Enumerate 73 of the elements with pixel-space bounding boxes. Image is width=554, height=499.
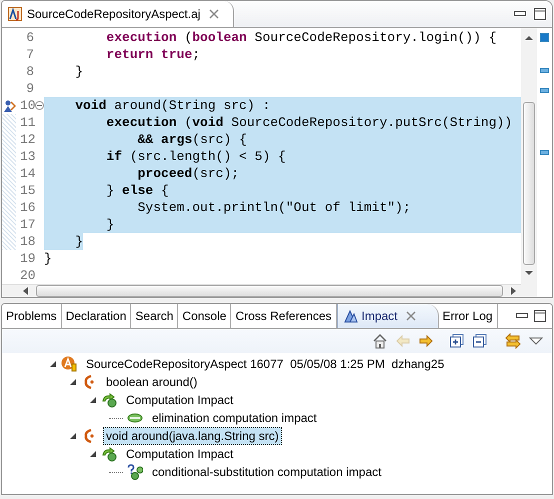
expanded-arrow-icon[interactable] xyxy=(69,378,77,386)
expanded-arrow-icon[interactable] xyxy=(49,360,57,368)
line-number: 13 xyxy=(20,148,34,165)
tree-item[interactable]: conditional-substitution computation impact xyxy=(149,463,384,481)
code-line: } xyxy=(74,63,84,80)
overview-marker[interactable] xyxy=(540,33,549,42)
view-tab[interactable]: Impact xyxy=(336,304,439,328)
gutter-stripe xyxy=(2,114,16,131)
gutter-stripe xyxy=(2,216,16,233)
minimize-icon[interactable] xyxy=(514,11,526,17)
tree-item[interactable]: Computation Impact xyxy=(123,445,236,463)
line-number: 7 xyxy=(25,46,34,63)
tree-item[interactable]: void around(java.lang.String src) xyxy=(103,427,282,445)
tree-item[interactable]: boolean around() xyxy=(103,373,200,391)
tree-item[interactable]: SourceCodeRepositoryAspect 16077 05/05/08 1:25 PM dzhang25 xyxy=(83,355,448,373)
scroll-up-icon[interactable] xyxy=(524,34,534,42)
impact-icon xyxy=(344,309,358,323)
line-number: 11 xyxy=(20,114,34,131)
scroll-right-icon[interactable] xyxy=(509,286,517,296)
expanded-arrow-icon[interactable] xyxy=(89,450,97,458)
home-icon[interactable] xyxy=(372,333,388,349)
line-number: 14 xyxy=(20,165,34,182)
advice-marker-icon[interactable] xyxy=(2,98,16,112)
gutter-stripe xyxy=(2,233,16,250)
gutter-stripe xyxy=(2,131,16,148)
gutter-stripe xyxy=(2,165,16,182)
gutter-stripe xyxy=(2,199,16,216)
collapse-icon[interactable] xyxy=(34,101,44,110)
overview-marker[interactable] xyxy=(540,88,549,93)
aspect-file-icon xyxy=(8,7,22,21)
line-number: 10 xyxy=(20,97,34,114)
impact-group-icon xyxy=(101,446,117,462)
scrollbar-thumb[interactable] xyxy=(36,285,503,297)
expanded-arrow-icon[interactable] xyxy=(89,396,97,404)
expanded-arrow-icon[interactable] xyxy=(69,432,77,440)
tree-item[interactable]: elimination computation impact xyxy=(149,409,320,427)
question-impact-icon xyxy=(127,464,143,480)
code-line: } xyxy=(44,250,52,267)
collapse-all-icon[interactable] xyxy=(472,333,488,349)
maximize-icon[interactable] xyxy=(534,310,546,322)
scroll-left-icon[interactable] xyxy=(22,286,30,296)
sync-arrows-icon[interactable] xyxy=(505,333,521,349)
tree-item[interactable]: Computation Impact xyxy=(123,391,236,409)
code-line: return true; xyxy=(105,46,200,63)
editor-tab[interactable]: SourceCodeRepositoryAspect.aj xyxy=(2,1,234,27)
line-number: 6 xyxy=(25,29,34,46)
line-number: 20 xyxy=(20,267,34,284)
maximize-icon[interactable] xyxy=(534,8,546,20)
horizontal-scrollbar[interactable] xyxy=(2,284,521,297)
forward-arrow-icon[interactable] xyxy=(418,333,434,349)
scrollbar-thumb[interactable] xyxy=(523,102,535,265)
impact-group-icon xyxy=(101,392,117,408)
gutter-stripe xyxy=(2,182,16,199)
aspect-icon xyxy=(61,356,77,372)
vertical-scrollbar[interactable] xyxy=(521,28,537,297)
line-number: 12 xyxy=(20,131,34,148)
line-number: 18 xyxy=(20,233,34,250)
view-tab[interactable]: Problems xyxy=(2,304,62,328)
line-number: 17 xyxy=(20,216,34,233)
gutter-stripe xyxy=(2,148,16,165)
close-icon[interactable] xyxy=(406,311,416,321)
line-number: 15 xyxy=(20,182,34,199)
minimize-icon[interactable] xyxy=(516,313,528,319)
line-number: 16 xyxy=(20,199,34,216)
code-line: execution (boolean SourceCodeRepository.login()) { xyxy=(105,29,496,46)
line-number: 8 xyxy=(25,63,34,80)
scroll-down-icon[interactable] xyxy=(524,269,534,277)
line-number: 19 xyxy=(20,250,34,267)
expand-all-icon[interactable] xyxy=(449,333,465,349)
close-icon[interactable] xyxy=(209,9,220,19)
line-number: 9 xyxy=(25,80,34,97)
overview-marker[interactable] xyxy=(540,150,549,155)
overview-marker[interactable] xyxy=(540,68,549,73)
